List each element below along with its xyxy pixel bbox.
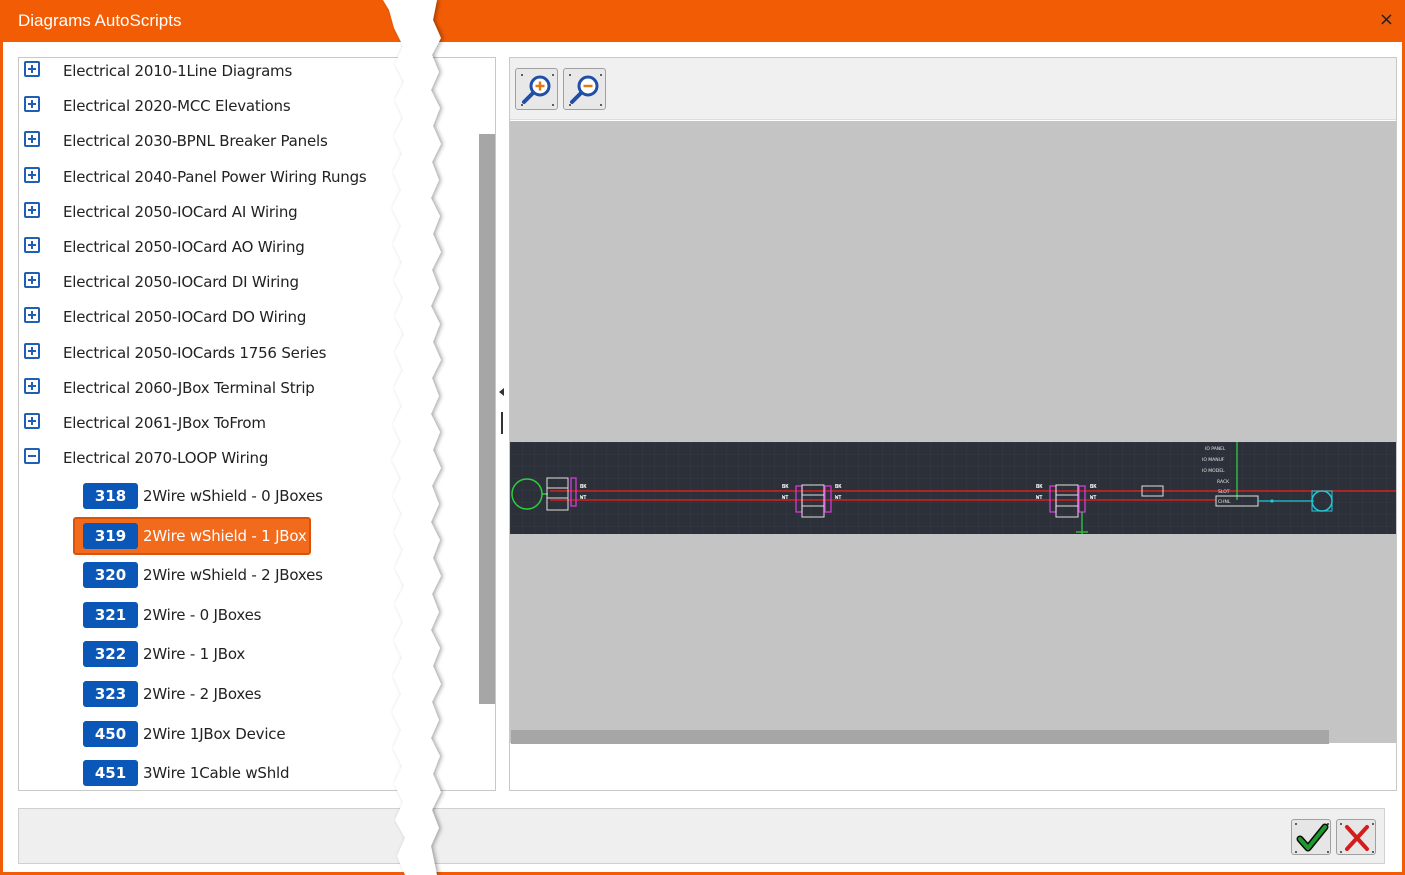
tree-group-label: Electrical 2050-IOCards 1756 Series [63,343,327,362]
wire-label-wt: WT [580,495,587,501]
wire-label-wt: WT [1090,495,1097,501]
wire-label-wt: WT [1036,495,1043,501]
io-label: RACK [1217,479,1230,485]
script-id-badge: 322 [83,641,138,668]
tree-group-label: Electrical 2050-IOCard DO Wiring [63,308,307,327]
script-id-badge: 319 [83,522,138,549]
expand-plus-icon[interactable] [24,307,40,324]
tree-leaf-item[interactable]: 320 2Wire wShield - 2 JBoxes [73,562,323,598]
io-label: SLOT [1218,489,1230,495]
tree-leaf-item[interactable]: 451 3Wire 1Cable wShld [73,760,313,790]
tree-leaf-label: 2Wire - 2 JBoxes [143,685,262,703]
tree-leaf-item-selected[interactable]: 319 2Wire wShield - 1 JBox [73,516,313,559]
tree-group-label: Electrical 2020-MCC Elevations [63,97,291,116]
script-id-badge: 320 [83,562,138,589]
tree-group-label: Electrical 2040-Panel Power Wiring Rungs [63,167,367,186]
title-bar: Diagrams AutoScripts × [3,0,1405,42]
expand-plus-icon[interactable] [24,413,40,429]
tree-leaf-item[interactable]: 318 2Wire wShield - 0 JBoxes [73,483,323,519]
dialog-window: Diagrams AutoScripts × Electrical 2010-1… [0,0,1405,875]
checkmark-icon [1295,823,1329,853]
cancel-button[interactable] [1336,819,1376,855]
tree-group-label: Electrical 2061-JBox ToFrom [63,414,266,432]
tree-leaf-item[interactable]: 321 2Wire - 0 JBoxes [73,601,313,638]
tree-leaf-label: 2Wire wShield - 0 JBoxes [143,487,323,505]
wire-label-wt: WT [782,495,789,501]
wire-label-bk: BK [580,484,587,490]
tree-group-label: Electrical 2030-BPNL Breaker Panels [63,132,328,151]
tree-group-label: Electrical 2050-IOCard AI Wiring [63,202,298,221]
script-id-badge: 323 [83,681,138,707]
wire-label-bk: BK [1036,484,1043,490]
expand-plus-icon[interactable] [24,96,40,113]
zoom-out-button[interactable] [563,68,606,110]
cancel-x-icon [1340,823,1374,853]
io-label: CHNL [1218,499,1231,505]
dialog-footer [18,808,1385,864]
tree-leaf-label: 2Wire wShield - 2 JBoxes [143,566,323,585]
io-label: IO PANEL [1205,446,1226,452]
expand-plus-icon[interactable] [24,377,40,394]
tree-leaf-label: 3Wire 1Cable wShld [143,764,290,783]
torn-paper-edge [383,0,441,875]
tree-leaf-label: 2Wire - 1 JBox [143,645,246,664]
expand-plus-icon[interactable] [24,166,40,183]
tree-leaf-label: 2Wire wShield - 1 JBox [143,526,307,545]
ok-button[interactable] [1291,819,1331,855]
tree-leaf-label: 2Wire - 0 JBoxes [143,605,262,624]
wire-label-bk: BK [782,484,789,490]
collapse-minus-icon[interactable] [24,448,40,465]
loop-wiring-diagram: BK WT BK WT BK WT BK WT BK WT IO PANEL I… [510,442,1396,534]
io-label: IO MODEL [1202,468,1225,474]
wire-label-bk: BK [835,484,842,490]
close-icon[interactable]: × [1379,10,1394,30]
preview-panel: BK WT BK WT BK WT BK WT BK WT IO PANEL I… [509,57,1397,791]
zoom-in-icon [521,74,554,106]
preview-toolbar [510,58,1396,120]
script-id-badge: 450 [83,720,138,747]
tree-leaf-item[interactable]: 323 2Wire - 2 JBoxes [73,681,313,717]
canvas-hscrollbar-thumb[interactable] [511,730,1329,744]
wire-label-wt: WT [835,495,842,501]
dialog-title: Diagrams AutoScripts [18,11,182,30]
script-id-badge: 318 [83,483,138,509]
expand-plus-icon[interactable] [24,201,40,218]
wire-label-bk: BK [1090,484,1097,490]
expand-plus-icon[interactable] [24,131,40,148]
collapse-arrow-icon[interactable] [499,388,504,396]
tree-group-label: Electrical 2050-IOCard AO Wiring [63,238,305,256]
zoom-out-icon [569,74,602,106]
script-id-badge: 451 [83,760,138,787]
expand-plus-icon[interactable] [24,342,40,359]
wiring-schematic: BK WT BK WT BK WT BK WT BK WT IO PANEL I… [510,442,1396,534]
zoom-in-button[interactable] [515,68,558,110]
tree-leaf-item[interactable]: 322 2Wire - 1 JBox [73,641,313,677]
expand-plus-icon[interactable] [24,237,40,253]
io-label: IO MANUF [1202,457,1225,463]
tree-group-label: Electrical 2050-IOCard DI Wiring [63,273,299,292]
expand-plus-icon[interactable] [24,272,40,289]
script-id-badge: 321 [83,601,138,628]
diagram-canvas[interactable]: BK WT BK WT BK WT BK WT BK WT IO PANEL I… [510,121,1396,683]
splitter-handle[interactable] [501,412,503,434]
tree-group-label: Electrical 2010-1Line Diagrams [63,62,293,80]
expand-plus-icon[interactable] [24,61,40,77]
tree-leaf-label: 2Wire 1JBox Device [143,724,286,743]
tree-group-label: Electrical 2070-LOOP Wiring [63,449,269,468]
tree-scrollbar-thumb[interactable] [479,134,495,704]
tree-group-label: Electrical 2060-JBox Terminal Strip [63,378,315,397]
tree-leaf-item[interactable]: 450 2Wire 1JBox Device [73,720,313,757]
